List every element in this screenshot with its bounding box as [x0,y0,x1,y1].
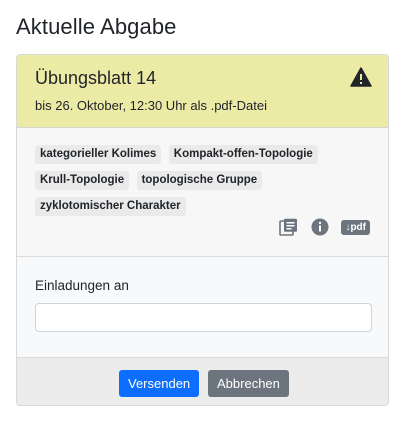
tag[interactable]: Krull-Topologie [35,171,130,190]
card-header: Übungsblatt 14 bis 26. Oktober, 12:30 Uh… [17,55,388,128]
tag[interactable]: Kompakt-offen-Topologie [168,145,318,164]
send-button[interactable]: Versenden [119,370,200,397]
invite-section: Einladungen an [17,257,388,358]
invite-input[interactable] [35,303,372,332]
action-icons: ↓pdf [267,218,370,236]
tag[interactable]: kategorieller Kolimes [35,145,162,164]
tag[interactable]: topologische Gruppe [136,171,263,190]
tags-section: kategorieller Kolimes Kompakt-offen-Topo… [17,128,388,257]
document-list-icon[interactable] [279,218,299,236]
warning-icon [350,67,372,87]
tag[interactable]: zyklotomischer Charakter [35,197,186,216]
assignment-title: Übungsblatt 14 [35,68,157,88]
page-title: Aktuelle Abgabe [16,14,177,39]
deadline-text: bis 26. Oktober, 12:30 Uhr als .pdf-Date… [35,98,267,113]
submission-card: Übungsblatt 14 bis 26. Oktober, 12:30 Uh… [16,54,389,406]
tag-list: kategorieller Kolimes Kompakt-offen-Topo… [35,144,355,222]
cancel-button[interactable]: Abbrechen [208,370,289,397]
download-pdf-icon[interactable]: ↓pdf [341,219,370,235]
info-icon[interactable] [311,218,329,236]
invite-label: Einladungen an [35,278,129,293]
card-footer: Versenden Abbrechen [17,358,388,405]
